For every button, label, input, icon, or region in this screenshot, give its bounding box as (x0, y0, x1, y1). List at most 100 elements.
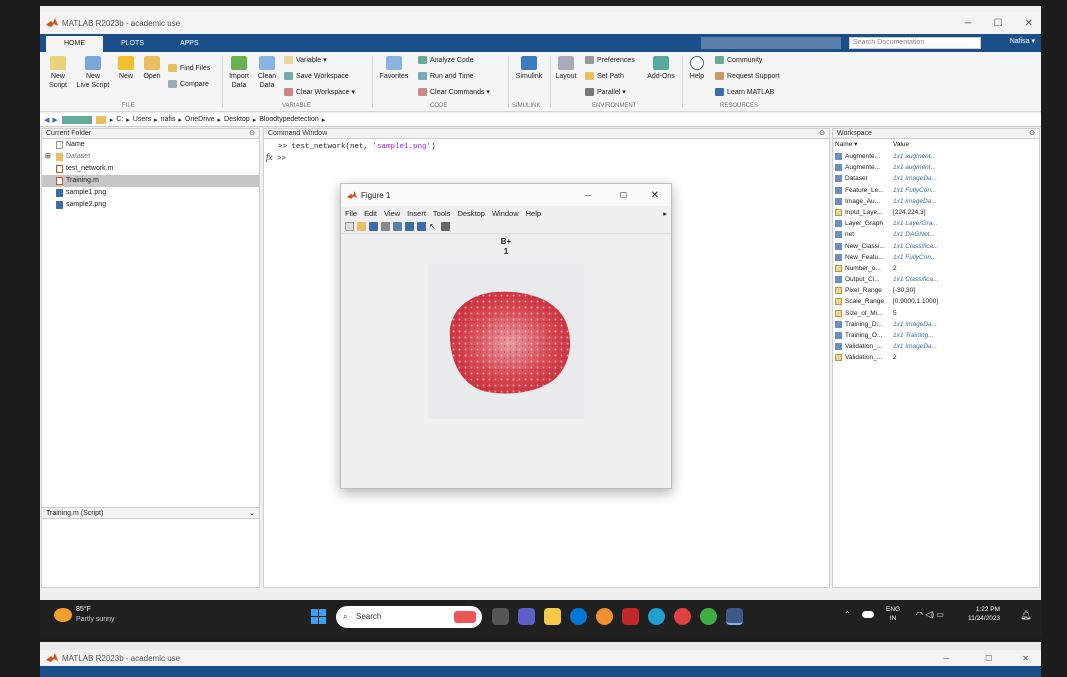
clean-data-button[interactable]: Clean Data (254, 56, 280, 90)
workspace-variable-row[interactable]: Scale_Range [0.9000,1.1000] (833, 296, 1039, 307)
insert-colorbar-icon[interactable] (405, 222, 414, 231)
community-button[interactable]: Community (715, 56, 762, 64)
weather-icon[interactable] (54, 608, 72, 622)
panel-menu-icon[interactable]: ⊙ (819, 129, 825, 139)
clear-commands-button[interactable]: Clear Commands ▾ (418, 88, 490, 96)
taskbar-search-input[interactable]: ⌕ Search (336, 606, 482, 628)
file-item-training[interactable]: Training.m (42, 175, 259, 187)
details-panel-header[interactable]: Training.m (Script) ⌄ (42, 507, 259, 519)
maximize-button[interactable]: ☐ (620, 191, 627, 200)
file-item-sample1[interactable]: sample1.png (42, 187, 259, 199)
workspace-variable-row[interactable]: Layer_Graph 1x1 LayerGra... (833, 218, 1039, 229)
chrome-icon[interactable] (596, 608, 613, 625)
fx-icon[interactable]: fx (266, 152, 273, 162)
close-button[interactable]: ✕ (651, 190, 659, 201)
file-item-sample2[interactable]: sample2.png (42, 199, 259, 211)
quick-access-toolbar[interactable] (701, 37, 841, 49)
menu-tools[interactable]: Tools (433, 209, 451, 218)
import-data-button[interactable]: Import Data (226, 56, 252, 90)
column-header-name[interactable]: Name (42, 139, 259, 151)
maximize-button[interactable]: ☐ (994, 18, 1003, 29)
workspace-variable-row[interactable]: Feature_Le... 1x1 FullyCon... (833, 185, 1039, 196)
menu-help[interactable]: Help (526, 209, 541, 218)
workspace-variable-row[interactable]: net 1x1 DAGNet... (833, 229, 1039, 240)
column-header-name[interactable]: Name ▾ (835, 139, 881, 151)
menu-file[interactable]: File (345, 209, 357, 218)
workspace-variable-row[interactable]: Augmente... 1x1 augment... (833, 151, 1039, 162)
preferences-button[interactable]: Preferences (585, 56, 635, 64)
new-button[interactable]: New (116, 56, 136, 81)
new-figure-icon[interactable] (345, 222, 354, 231)
expand-icon[interactable]: ⊞ (45, 151, 51, 163)
folder-nav-icons[interactable] (61, 115, 92, 124)
print-icon[interactable] (381, 222, 390, 231)
language-indicator[interactable]: ENG IN (886, 605, 900, 623)
minimize-button[interactable]: ─ (943, 654, 949, 663)
open-button[interactable]: Open (140, 56, 164, 81)
menu-desktop[interactable]: Desktop (457, 209, 485, 218)
new-script-button[interactable]: New Script (45, 56, 71, 90)
tray-overflow-icon[interactable]: ⌃ (844, 610, 851, 619)
save-workspace-button[interactable]: Save Workspace (284, 72, 349, 80)
tab-plots[interactable]: PLOTS (103, 36, 162, 52)
file-item-dataset[interactable]: ⊞ Dataset (42, 151, 259, 163)
panel-menu-icon[interactable]: ⊙ (249, 129, 255, 139)
workspace-variable-row[interactable]: Training_O... 1x1 Training... (833, 330, 1039, 341)
cloud-icon[interactable] (862, 611, 874, 618)
layout-button[interactable]: Layout (553, 56, 579, 81)
property-editor-icon[interactable] (441, 222, 450, 231)
column-header-value[interactable]: Value (893, 139, 909, 151)
workspace-variable-row[interactable]: Dataset 1x1 ImageDa... (833, 173, 1039, 184)
address-bar[interactable]: ◀ ▶ ▸ C: ▸ Users ▸ nafis ▸ OneDrive ▸ De… (40, 113, 1041, 127)
breadcrumb-desktop[interactable]: Desktop (224, 116, 250, 123)
new-live-script-button[interactable]: New Live Script (74, 56, 112, 90)
chrome-profile-icon[interactable] (674, 608, 691, 625)
file-explorer-icon[interactable] (544, 608, 561, 625)
minimize-button[interactable]: ─ (585, 191, 591, 200)
analyze-code-button[interactable]: Analyze Code (418, 56, 474, 64)
edge-icon[interactable] (570, 608, 587, 625)
add-ons-button[interactable]: Add-Ons (644, 56, 678, 81)
browser-icon[interactable] (648, 608, 665, 625)
run-and-time-button[interactable]: Run and Time (418, 72, 474, 80)
command-prompt-line[interactable]: fx >> (264, 151, 829, 163)
find-files-button[interactable]: Find Files (168, 64, 210, 72)
breadcrumb-c[interactable]: C: (116, 116, 123, 123)
menu-window[interactable]: Window (492, 209, 519, 218)
workspace-variable-row[interactable]: Pixel_Range [-30,30] (833, 285, 1039, 296)
save-icon[interactable] (369, 222, 378, 231)
learn-matlab-button[interactable]: Learn MATLAB (715, 88, 774, 96)
insert-legend-icon[interactable] (417, 222, 426, 231)
forward-icon[interactable]: ▶ (52, 116, 57, 124)
pointer-icon[interactable]: ↖ (429, 222, 438, 231)
chevron-down-icon[interactable]: ⌄ (249, 508, 255, 519)
set-path-button[interactable]: Set Path (585, 72, 624, 80)
matlab-taskbar-icon[interactable] (726, 608, 743, 625)
menu-insert[interactable]: Insert (407, 209, 426, 218)
parallel-button[interactable]: Parallel ▾ (585, 88, 626, 96)
tab-apps[interactable]: APPS (162, 36, 217, 52)
workspace-variable-row[interactable]: Input_Laye... [224,224,3] (833, 207, 1039, 218)
windows-start-icon[interactable] (310, 608, 327, 625)
workspace-variable-row[interactable]: Training_D... 1x1 ImageDa... (833, 319, 1039, 330)
maximize-button[interactable]: ☐ (985, 654, 992, 663)
close-button[interactable]: ✕ (1022, 654, 1029, 663)
clock[interactable]: 1:22 PM 11/24/2023 (968, 605, 1000, 623)
menu-view[interactable]: View (384, 209, 400, 218)
breadcrumb-bloodtypedetection[interactable]: Bloodtypedetection (259, 116, 319, 123)
tab-home[interactable]: HOME (46, 36, 103, 52)
app-icon[interactable] (700, 608, 717, 625)
open-file-icon[interactable] (357, 222, 366, 231)
file-item-test-network[interactable]: test_network.m (42, 163, 259, 175)
breadcrumb-nafis[interactable]: nafis (161, 116, 176, 123)
menu-edit[interactable]: Edit (364, 209, 377, 218)
link-plot-icon[interactable] (393, 222, 402, 231)
workspace-variable-row[interactable]: Validation_... 2 (833, 352, 1039, 363)
workspace-variable-row[interactable]: Augmente... 1x1 augment... (833, 162, 1039, 173)
clear-workspace-button[interactable]: Clear Workspace ▾ (284, 88, 355, 96)
workspace-variable-row[interactable]: Validation_... 1x1 ImageDa... (833, 341, 1039, 352)
teams-icon[interactable] (518, 608, 535, 625)
toolbar-overflow-icon[interactable]: ▸ (663, 209, 667, 218)
workspace-variable-row[interactable]: Output_Cl... 1x1 Classifica... (833, 274, 1039, 285)
panel-menu-icon[interactable]: ⊙ (1029, 129, 1035, 139)
